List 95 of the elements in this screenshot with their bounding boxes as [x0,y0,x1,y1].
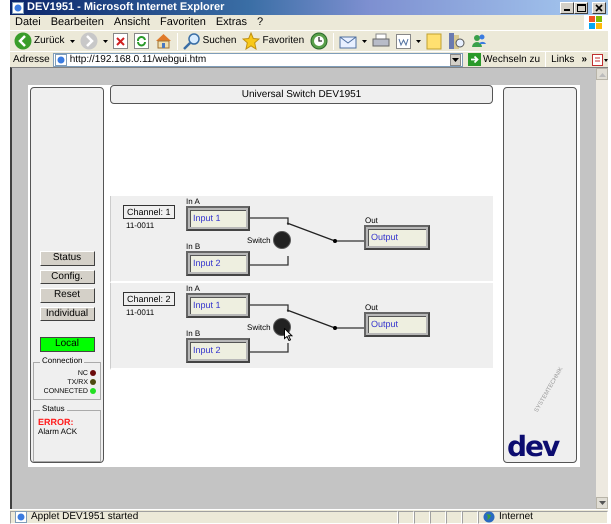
menu-item[interactable]: Datei [15,16,41,30]
channel-label: Channel: 1 [123,205,175,219]
channel-code: 11-0011 [126,221,154,230]
output-field: Output [364,312,430,337]
caret-icon[interactable] [416,40,422,42]
menu-button[interactable]: Individual [40,306,94,322]
research-button[interactable] [447,32,466,50]
wire-line [250,304,289,312]
switch-button[interactable] [273,231,291,249]
up-arrow-icon [598,72,606,76]
print-button[interactable] [371,33,392,49]
switch-label: Switch [247,323,271,332]
maximize-button[interactable] [574,2,588,14]
globe-icon [483,511,495,523]
messenger-button[interactable] [470,33,488,49]
menu-item[interactable]: Favoriten [160,16,206,30]
minimize-button[interactable] [560,2,574,14]
research-icon [448,32,466,50]
input-label: In B [186,329,200,338]
stop-button[interactable] [112,33,129,49]
wire-line [250,256,289,266]
applet-title: Universal Switch DEV1951 [110,85,493,104]
stop-icon [112,33,128,49]
down-arrow-icon [598,500,606,506]
caret-icon[interactable] [102,40,108,42]
document-icon [396,34,412,48]
dropdown-button[interactable] [450,54,461,66]
go-button[interactable]: Wechseln zu [466,53,542,66]
status-pane [430,510,446,524]
error-text: ERROR: [38,416,74,428]
switch-label: Switch [247,236,271,245]
close-button[interactable] [592,2,606,14]
browser-icon [12,2,24,14]
input-label: In B [186,242,200,251]
wire-line [250,217,289,225]
close-icon [595,4,603,12]
history-button[interactable] [309,32,330,50]
input-field: Input 1 [186,206,250,231]
status-text: Applet DEV1951 started [31,511,138,523]
menu-button[interactable]: Config. [40,270,94,284]
home-button[interactable] [154,33,173,49]
cursor-icon [284,328,293,341]
group-title: Connection [40,356,84,366]
menu-button[interactable]: Reset [40,288,94,303]
people-icon [471,33,488,49]
scroll-down-button[interactable] [596,497,608,509]
wire-line [335,240,364,242]
mode-button[interactable]: Local [40,337,94,352]
menu-item[interactable]: Ansicht [114,16,150,30]
channel-label: Channel: 2 [123,292,175,306]
refresh-button[interactable] [132,33,150,49]
menu-item[interactable]: ? [257,16,264,30]
home-icon [154,33,172,49]
status-message: Alarm ACK [38,427,78,437]
input-field: Input 1 [186,293,250,318]
input-label: In A [186,197,200,206]
group-title: Status [40,404,67,414]
scrollbar[interactable] [596,68,608,509]
input-field: Input 2 [186,338,250,363]
input-field: Input 2 [186,251,250,276]
note-icon [426,32,442,50]
toolbar-tool-icon[interactable] [592,54,608,66]
menu-button[interactable]: Status [40,251,94,266]
minimize-icon [564,9,570,11]
output-field: Output [364,225,430,250]
input-label: In A [186,284,200,293]
address-field[interactable]: http://192.168.0.11/webgui.htm [52,52,463,66]
menu-item[interactable]: Bearbeiten [50,16,104,30]
menu-item[interactable]: Extras [216,16,248,30]
status-pane [414,510,430,524]
status-pane [446,510,462,524]
edit-button[interactable] [395,34,412,48]
wire-line [250,343,289,353]
star-icon [242,32,260,50]
caret-icon [452,58,459,62]
channel-code: 11-0011 [126,308,154,317]
company-logo: dev [507,434,560,460]
caret-icon[interactable] [362,40,368,42]
search-button[interactable]: Suchen [182,32,238,50]
more-button[interactable]: » [579,54,589,66]
output-label: Out [365,216,378,225]
window-title: DEV1951 - Microsoft Internet Explorer [27,0,224,14]
maximize-icon [576,4,586,12]
back-button[interactable]: Zurück [13,32,66,50]
magnifier-icon [182,32,201,50]
links-button[interactable]: Links [549,54,576,66]
printer-icon [372,33,390,49]
caret-icon[interactable] [70,40,75,42]
address-label: Adresse [13,54,50,66]
wire-line [335,327,364,329]
favorites-button[interactable]: Favoriten [241,32,306,50]
zone-text: Internet [499,511,533,523]
refresh-icon [134,33,149,49]
page-icon [54,54,67,66]
output-label: Out [365,303,378,312]
